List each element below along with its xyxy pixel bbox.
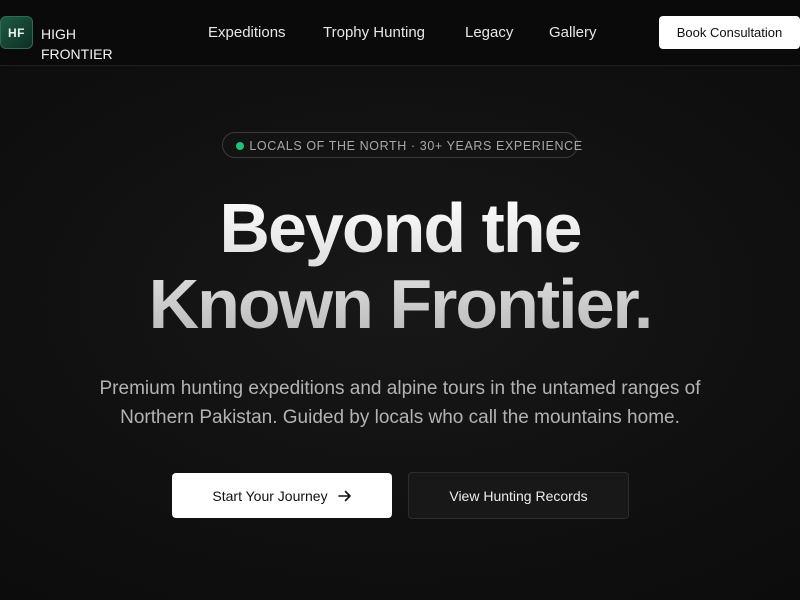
- start-journey-button[interactable]: Start Your Journey: [172, 473, 392, 518]
- brand-name[interactable]: HIGH FRONTIER: [41, 24, 131, 64]
- hero-title: Beyond the Known Frontier.: [0, 190, 800, 342]
- arrow-right-icon: [337, 489, 352, 503]
- book-consultation-button[interactable]: Book Consultation: [659, 16, 800, 49]
- top-navigation: HF HIGH FRONTIER Expeditions Trophy Hunt…: [0, 0, 800, 66]
- view-hunting-records-button[interactable]: View Hunting Records: [408, 472, 629, 519]
- logo-initials: HF: [8, 25, 25, 40]
- start-journey-label: Start Your Journey: [212, 487, 328, 504]
- nav-link-gallery[interactable]: Gallery: [549, 24, 597, 41]
- nav-link-legacy[interactable]: Legacy: [465, 24, 513, 41]
- hero-subtitle: Premium hunting expeditions and alpine t…: [99, 378, 701, 428]
- nav-link-trophy-hunting[interactable]: Trophy Hunting: [323, 24, 425, 41]
- experience-badge-text: LOCALS OF THE NORTH · 30+ YEARS EXPERIEN…: [249, 139, 583, 153]
- hero-title-line-1: Beyond the: [219, 189, 581, 267]
- landing-page: HF HIGH FRONTIER Expeditions Trophy Hunt…: [0, 0, 800, 600]
- logo-badge[interactable]: HF: [0, 16, 33, 49]
- nav-link-expeditions[interactable]: Expeditions: [208, 24, 286, 41]
- hero-title-line-2: Known Frontier.: [148, 265, 652, 343]
